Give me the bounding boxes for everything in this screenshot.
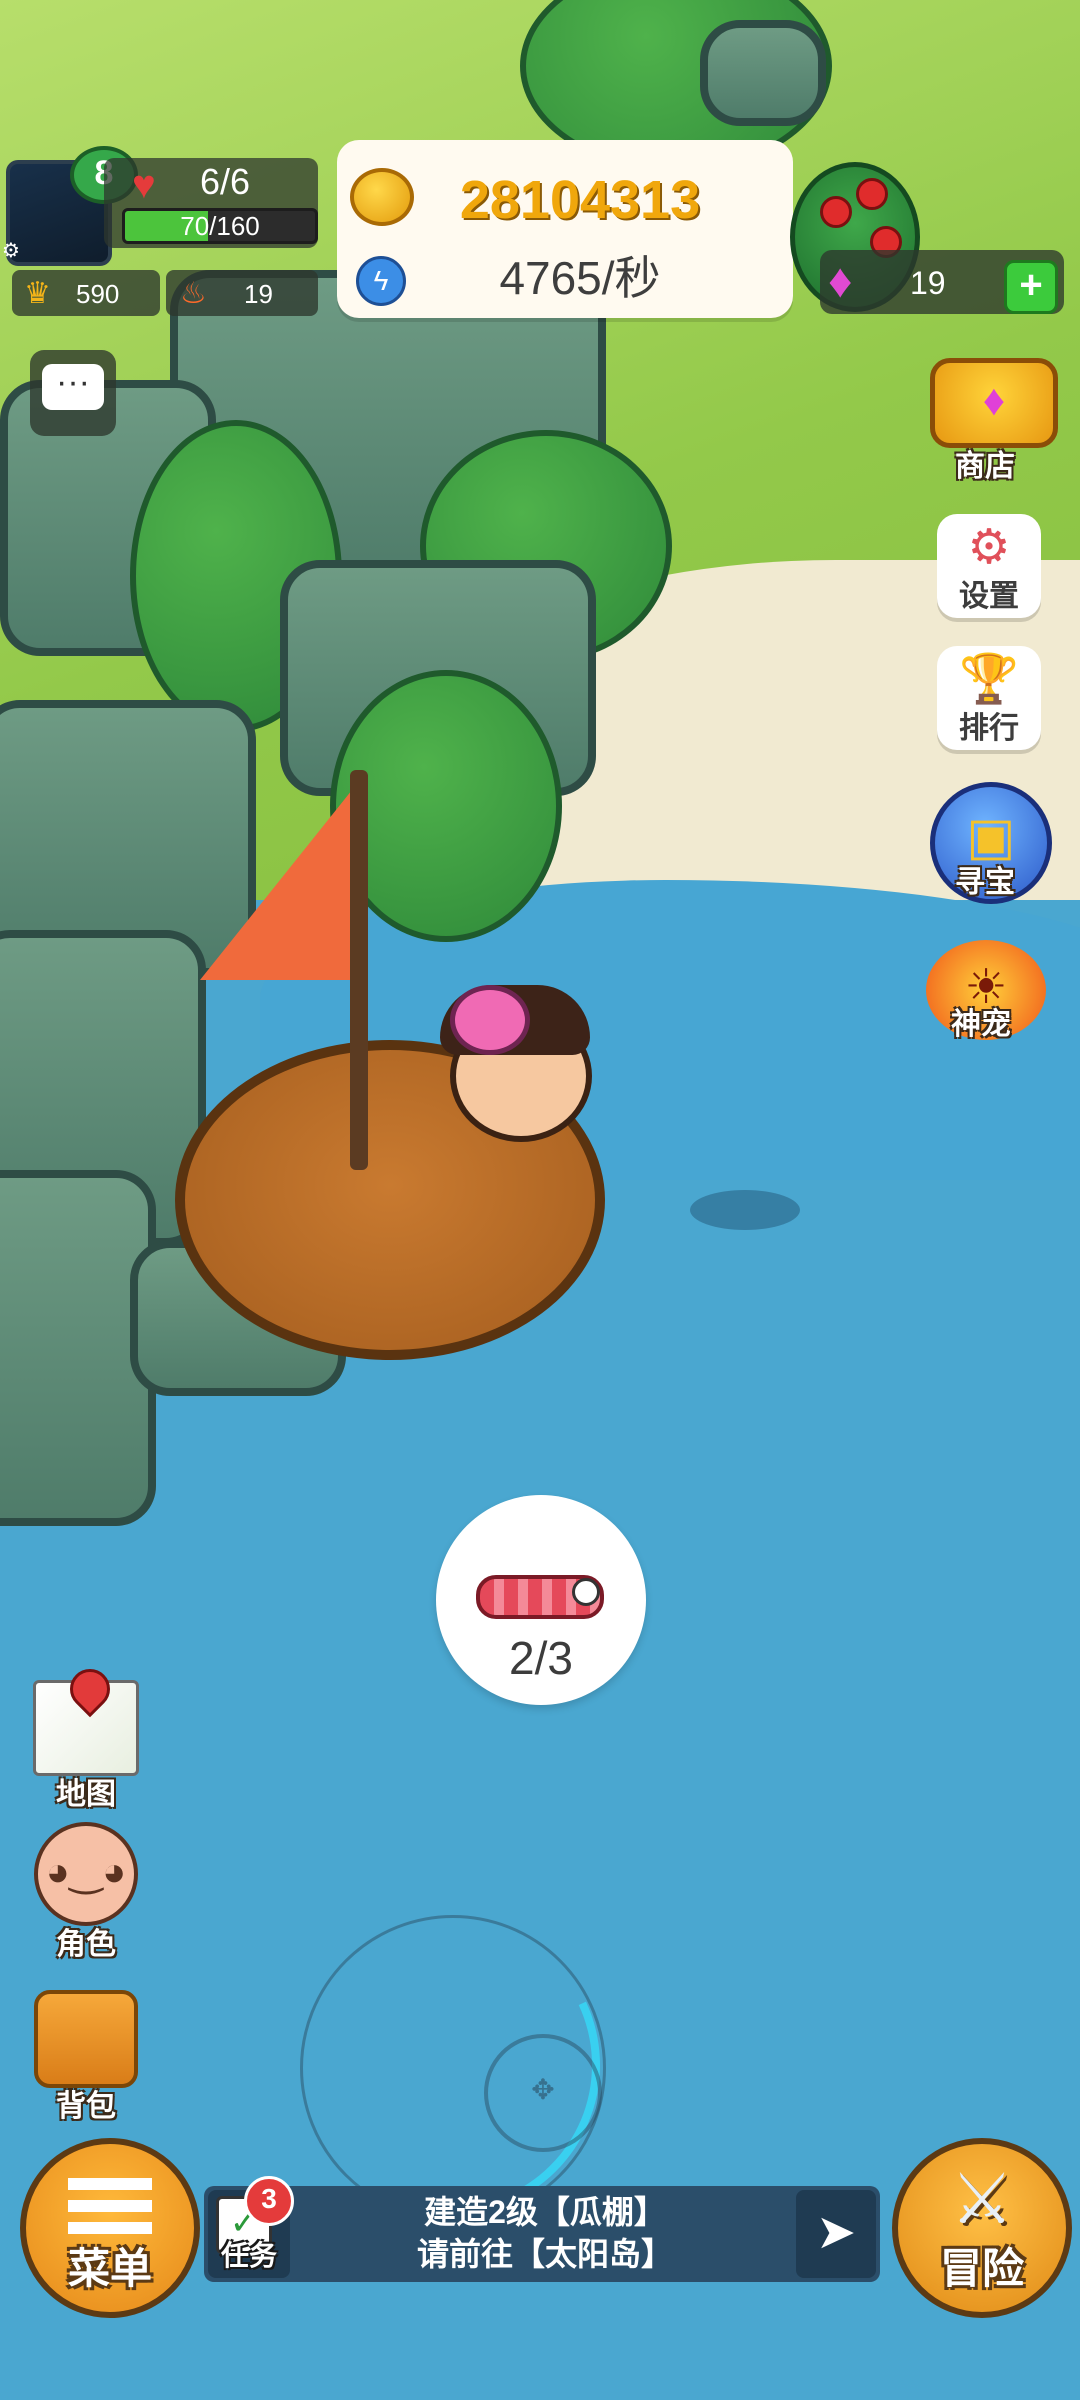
- bag-button[interactable]: 背包: [26, 1990, 146, 2126]
- gear-icon: ⚙: [967, 521, 1011, 574]
- shop-label: 商店: [955, 450, 1015, 483]
- map-button[interactable]: 地图: [26, 1660, 146, 1814]
- hp-value: 6/6: [200, 161, 251, 202]
- treasure-label: 寻宝: [955, 866, 1015, 899]
- menu-label: 菜单: [67, 2245, 152, 2292]
- fire-icon: ♨: [180, 277, 207, 310]
- apple: [820, 196, 852, 228]
- pet-label: 神宠: [951, 1008, 1011, 1041]
- ranking-button[interactable]: 🏆 排行: [934, 646, 1044, 750]
- bag-label: 背包: [56, 2090, 116, 2123]
- task-go-button[interactable]: ➤: [796, 2190, 876, 2278]
- gear-icon[interactable]: ⚙: [2, 240, 24, 262]
- gem-value: 19: [910, 265, 946, 301]
- adventure-button[interactable]: ⚔ 冒险: [892, 2138, 1072, 2318]
- gem-icon: ♦: [828, 255, 853, 308]
- octopus-pet: [450, 985, 530, 1055]
- pet-button[interactable]: ☀ 神宠: [926, 940, 1046, 1044]
- backpack-icon: [34, 1990, 138, 2088]
- boat-sail: [200, 780, 360, 980]
- xp-value: 70/160: [180, 211, 260, 241]
- fish-shadow[interactable]: [690, 1190, 800, 1230]
- apple: [856, 178, 888, 210]
- task-title: 建造2级【瓜棚】: [424, 2194, 666, 2230]
- map-label: 地图: [56, 1778, 116, 1811]
- character-face-icon: ◕‿◕: [34, 1822, 138, 1926]
- joystick-knob[interactable]: ✥: [484, 2034, 602, 2152]
- map-icon: [33, 1660, 139, 1776]
- fire-value: 19: [244, 279, 273, 309]
- task-count-badge: 3: [244, 2176, 294, 2226]
- role-button[interactable]: ◕‿◕ 角色: [26, 1822, 146, 1964]
- add-gems-button[interactable]: +: [1004, 260, 1058, 314]
- coin-icon: [350, 168, 414, 226]
- ranking-label: 排行: [959, 712, 1019, 745]
- menu-list-icon: [68, 2178, 152, 2238]
- xp-bar: 70/160: [122, 208, 318, 244]
- trophy-icon: 🏆: [959, 653, 1019, 706]
- treasure-button[interactable]: ▣ 寻宝: [930, 782, 1052, 904]
- chat-button[interactable]: ···: [30, 350, 116, 436]
- settings-button[interactable]: ⚙ 设置: [934, 514, 1044, 618]
- arrow-right-icon: ➤: [815, 2206, 857, 2259]
- crossed-swords-icon: ⚔: [950, 2160, 1014, 2238]
- boat-mast: [350, 770, 368, 1170]
- chat-icon: ···: [42, 364, 104, 410]
- settings-label: 设置: [959, 580, 1019, 613]
- heart-icon: ♥: [132, 163, 156, 207]
- lightning-icon: ϟ: [356, 256, 406, 306]
- crown-value: 590: [76, 279, 120, 309]
- shop-button[interactable]: ♦ 商店: [930, 358, 1058, 486]
- role-label: 角色: [56, 1928, 116, 1961]
- income-rate: 4765/秒: [499, 252, 661, 304]
- worm-eye: [572, 1578, 600, 1606]
- rock: [700, 20, 826, 126]
- task-label: 任务: [220, 2240, 277, 2271]
- task-subtitle: 请前往【太阳岛】: [416, 2236, 673, 2272]
- crown-icon: ♛: [24, 277, 51, 310]
- gold-value: 28104313: [459, 170, 701, 230]
- settings-card: ⚙ 设置: [937, 514, 1041, 618]
- menu-button[interactable]: 菜单: [20, 2138, 200, 2318]
- bait-count: 2/3: [509, 1632, 573, 1684]
- ranking-card: 🏆 排行: [937, 646, 1041, 750]
- adventure-label: 冒险: [939, 2245, 1024, 2292]
- shop-icon: ♦: [930, 358, 1058, 448]
